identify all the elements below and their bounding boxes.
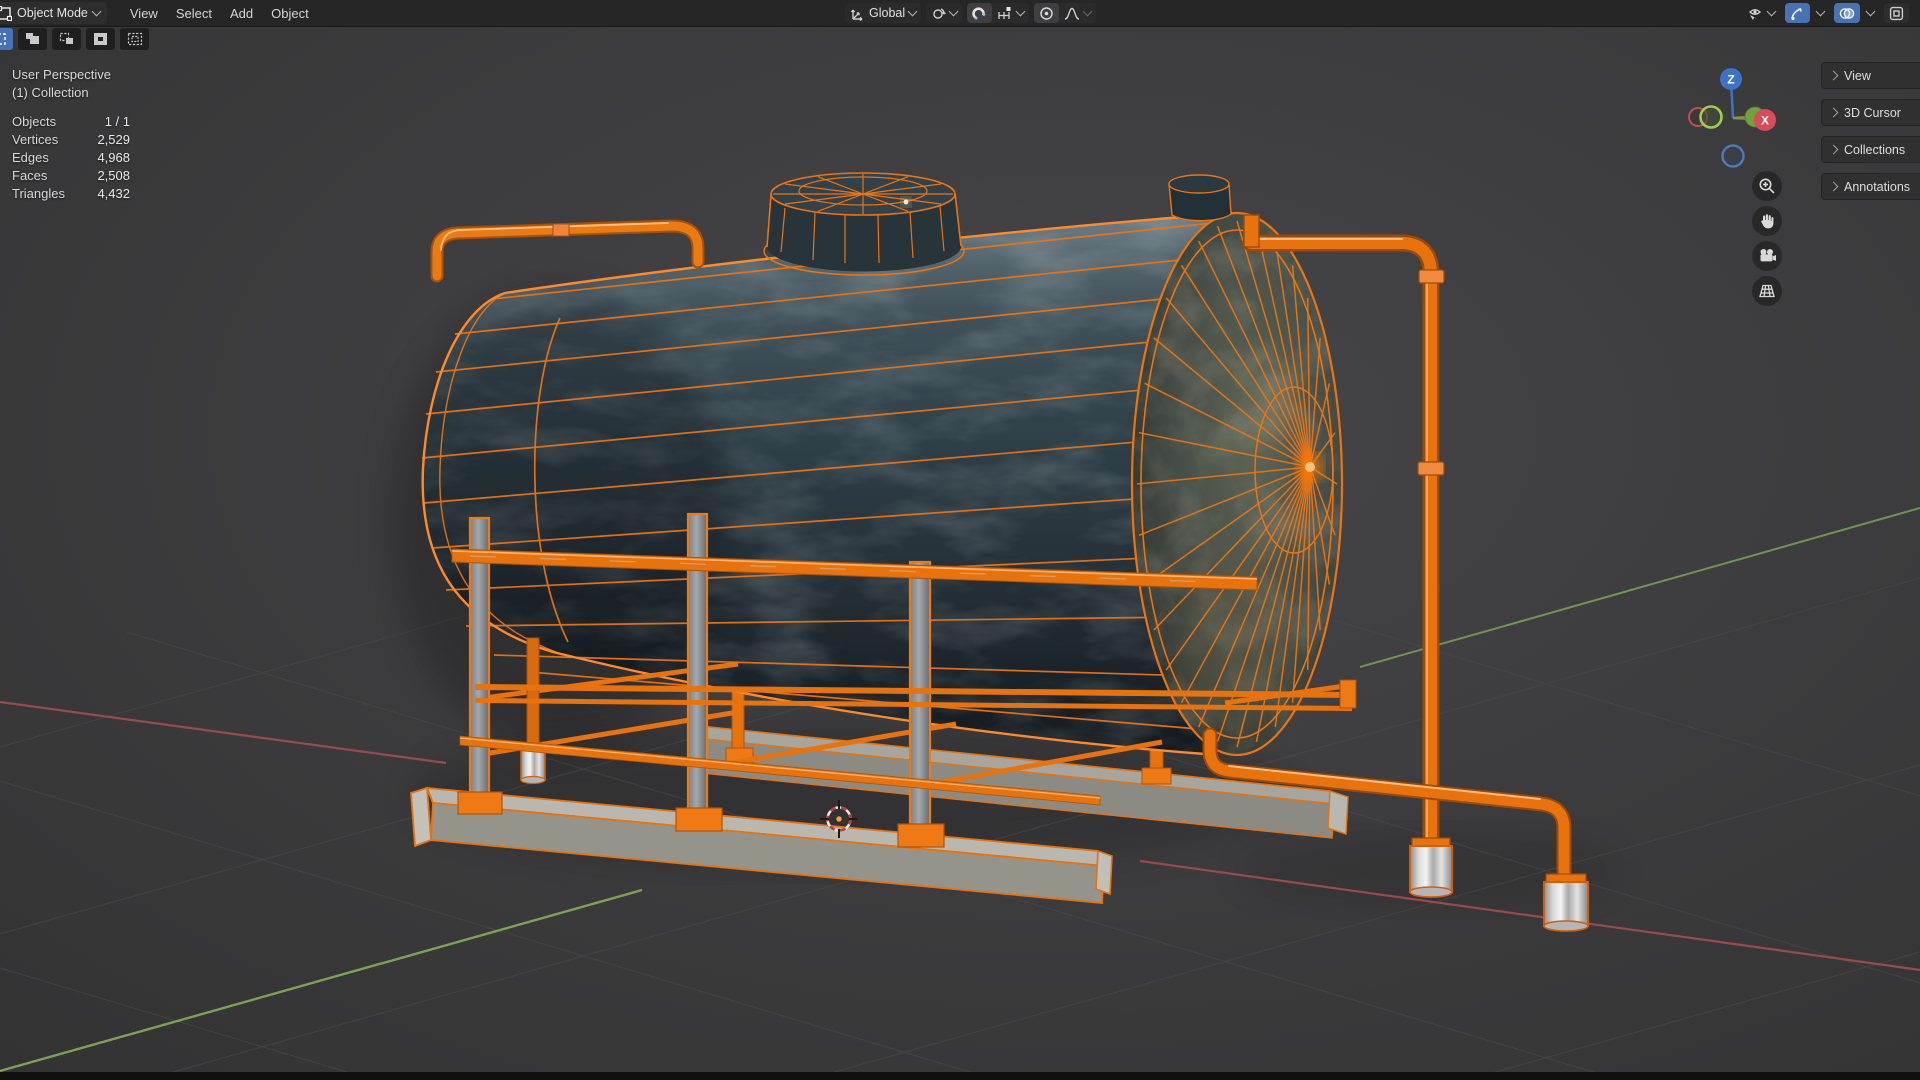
zoom-button[interactable] <box>1752 171 1782 201</box>
chevron-right-icon <box>1828 70 1839 81</box>
chevron-down-icon <box>948 6 959 17</box>
sidebar-panel-annotations[interactable]: Annotations <box>1821 173 1920 200</box>
chevron-down-icon <box>1082 6 1093 17</box>
chevron-down-icon <box>91 6 102 17</box>
xray-toggle[interactable] <box>1884 3 1909 23</box>
sidebar-panel-label: 3D Cursor <box>1844 105 1901 120</box>
viewport-nav-tools <box>1752 171 1782 306</box>
viewport-stats-overlay: User Perspective (1) Collection Objects 1… <box>12 66 130 203</box>
proportional-group <box>1034 3 1097 23</box>
chevron-right-icon <box>1828 107 1839 118</box>
view-perspective-label: User Perspective <box>12 67 111 82</box>
menu-view[interactable]: View <box>121 0 167 26</box>
chevron-down-icon <box>907 6 918 17</box>
camera-view-icon <box>1760 249 1776 262</box>
tank-hatch <box>763 172 965 276</box>
menu-select[interactable]: Select <box>167 0 221 26</box>
chevron-right-icon <box>1828 181 1839 192</box>
snap-with-dropdown[interactable] <box>992 3 1029 23</box>
stat-edges: Edges 4,968 <box>12 150 130 165</box>
snapping-group <box>967 3 1030 23</box>
stat-triangles: Triangles 4,432 <box>12 186 130 201</box>
proportional-editing-toggle[interactable] <box>1034 3 1060 23</box>
active-collection-label: (1) Collection <box>12 85 89 100</box>
orientation-axes-icon <box>850 6 865 21</box>
magnet-icon <box>972 6 987 21</box>
falloff-dropdown[interactable] <box>1059 3 1096 23</box>
object-visibility-dropdown[interactable] <box>1742 3 1780 23</box>
sidebar-panel-3d-cursor[interactable]: 3D Cursor <box>1821 99 1920 126</box>
pivot-point-icon <box>931 6 947 21</box>
object-mode-icon <box>0 5 12 21</box>
show-gizmo-toggle[interactable] <box>1785 3 1810 23</box>
chevron-down-icon <box>1766 6 1777 17</box>
gizmo-x-label: X <box>1761 114 1769 128</box>
orientation-dropdown[interactable]: Global <box>845 3 922 23</box>
snap-increment-icon <box>997 6 1013 21</box>
proportional-editing-icon <box>1039 6 1054 21</box>
stat-vertices: Vertices 2,529 <box>12 132 130 147</box>
stat-objects: Objects 1 / 1 <box>12 114 130 129</box>
overlays-icon <box>1839 6 1855 21</box>
chevron-down-icon <box>1815 6 1826 17</box>
perspective-toggle-button[interactable] <box>1752 276 1782 306</box>
menu-object[interactable]: Object <box>262 0 318 26</box>
pan-button[interactable] <box>1752 206 1782 236</box>
stat-faces: Faces 2,508 <box>12 168 130 183</box>
gizmo-axis-y-negative[interactable] <box>1699 105 1723 129</box>
select-mode-extend[interactable] <box>18 28 47 50</box>
orthographic-grid-icon <box>1759 284 1775 298</box>
viewport-3d[interactable] <box>0 0 1920 1080</box>
select-mode-invert[interactable] <box>86 28 115 50</box>
sidebar-panel-view[interactable]: View <box>1821 62 1920 89</box>
visibility-eye-cursor-icon <box>1747 6 1764 21</box>
sidebar-panel-label: View <box>1844 68 1871 83</box>
viewport-header: Object Mode View Select Add Object Globa… <box>0 0 1920 27</box>
xray-icon <box>1889 6 1904 21</box>
orientation-label: Global <box>869 6 906 20</box>
falloff-curve-icon <box>1064 6 1080 21</box>
select-mode-subtract[interactable] <box>52 28 81 50</box>
pan-hand-icon <box>1761 214 1774 229</box>
select-mode-intersect[interactable] <box>120 28 149 50</box>
overlays-dropdown[interactable] <box>1862 3 1879 23</box>
editor-divider <box>0 1072 1920 1080</box>
camera-view-button[interactable] <box>1752 241 1782 271</box>
mode-dropdown[interactable]: Object Mode <box>0 2 107 24</box>
gizmo-dropdown[interactable] <box>1812 3 1829 23</box>
sidebar-panel-label: Collections <box>1844 142 1906 157</box>
tank-pipe-stub <box>1168 174 1232 222</box>
gizmo-z-label: Z <box>1727 73 1734 87</box>
viewport-sidebar: View 3D Cursor Collections Annotations <box>1821 62 1920 210</box>
pivot-point-dropdown[interactable] <box>926 3 963 23</box>
show-overlays-toggle[interactable] <box>1834 3 1860 23</box>
menu-add[interactable]: Add <box>221 0 262 26</box>
zoom-icon <box>1759 178 1775 194</box>
sidebar-panel-collections[interactable]: Collections <box>1821 136 1920 163</box>
sidebar-panel-label: Annotations <box>1844 179 1911 194</box>
gizmo-axis-z-negative[interactable] <box>1721 144 1745 168</box>
select-mode-new[interactable] <box>0 28 13 50</box>
chevron-down-icon <box>1865 6 1876 17</box>
gizmo-icon <box>1790 6 1805 21</box>
navigation-gizmo[interactable]: X Z <box>1680 52 1800 177</box>
chevron-down-icon <box>1015 6 1026 17</box>
mode-label: Object Mode <box>17 6 88 20</box>
snap-toggle[interactable] <box>967 3 993 23</box>
select-tool-modes <box>0 28 149 50</box>
chevron-right-icon <box>1828 144 1839 155</box>
